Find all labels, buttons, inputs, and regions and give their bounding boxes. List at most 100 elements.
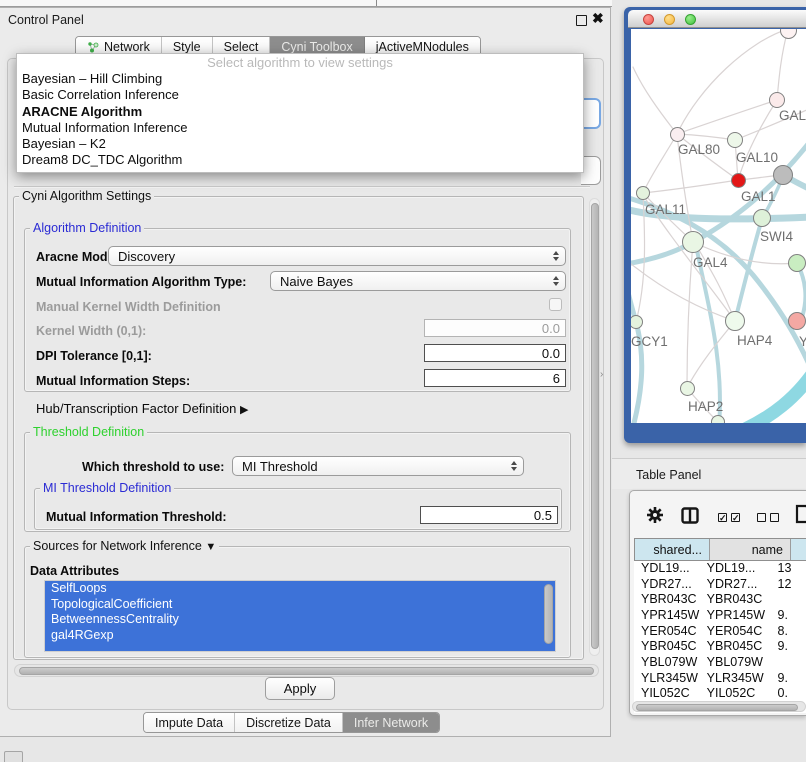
network-node[interactable] [711, 415, 725, 423]
table-panel-bar: Table Panel [612, 458, 806, 489]
select-all-icon2[interactable]: ✓ [731, 513, 740, 522]
table-row[interactable]: YER054CYER054C8. [634, 623, 806, 639]
algorithm-option-bayesian-hill-climbing[interactable]: Bayesian – Hill Climbing [17, 71, 583, 87]
attribute-item-topologicalcoefficient[interactable]: TopologicalCoefficient [45, 597, 555, 613]
splitter-grip[interactable]: › [600, 369, 603, 380]
which-threshold-combo[interactable]: MI Threshold [232, 456, 524, 476]
tab-label: Discretize Data [246, 716, 331, 730]
network-node-gal80[interactable] [670, 127, 685, 142]
collapse-arrow-icon[interactable]: ▼ [205, 541, 216, 553]
add-column-icon[interactable] [795, 504, 806, 529]
column-header-name[interactable]: name [710, 539, 791, 560]
table-cell: YBR043C [634, 592, 700, 606]
expand-arrow-icon[interactable]: ▶ [240, 404, 248, 416]
network-node[interactable] [773, 165, 793, 185]
network-node-swi4[interactable] [753, 209, 771, 227]
table-header: shared...name [634, 538, 806, 561]
data-attributes-label: Data Attributes [30, 564, 119, 578]
network-node-hap2[interactable] [680, 381, 695, 396]
node-label-swi4: SWI4 [760, 229, 793, 244]
hub-section-label[interactable]: Hub/Transcription Factor Definition ▶ [36, 401, 248, 416]
mi-steps-field[interactable]: 6 [424, 369, 566, 387]
bottom-tab-impute-data[interactable]: Impute Data [144, 713, 235, 732]
apply-button[interactable]: Apply [265, 677, 335, 700]
network-node-gal1[interactable] [731, 173, 746, 188]
network-node-gal10[interactable] [727, 132, 743, 148]
deselect-all-icon[interactable] [757, 513, 766, 522]
minimize-traffic-light[interactable] [664, 14, 675, 25]
table-row[interactable]: YDR27...YDR27...12 [634, 576, 806, 592]
attribute-item-gal4rgexp[interactable]: gal4RGexp [45, 628, 555, 644]
table-row[interactable]: YDL19...YDL19...13 [634, 560, 806, 576]
tab-label: Network [104, 40, 150, 54]
table-row[interactable]: YLR345WYLR345W9. [634, 670, 806, 686]
columns-icon[interactable] [681, 507, 699, 529]
network-node-gal[interactable] [769, 92, 785, 108]
table-cell: 9. [771, 639, 806, 653]
zoom-traffic-light[interactable] [685, 14, 696, 25]
combo-fragment [581, 156, 601, 185]
data-attributes-list[interactable]: SelfLoopsTopologicalCoefficientBetweenne… [44, 580, 556, 652]
table-cell: YIL052C [634, 686, 700, 700]
close-icon[interactable]: ✖ [592, 11, 604, 25]
mi-type-combo[interactable]: Naive Bayes [270, 271, 566, 291]
table-panel-title: Table Panel [636, 468, 701, 482]
network-node-y[interactable] [788, 312, 806, 330]
algorithm-option-aracne-algorithm[interactable]: ARACNE Algorithm [17, 104, 583, 120]
mi-threshold-field[interactable]: 0.5 [420, 506, 558, 524]
network-window-titlebar[interactable] [628, 10, 806, 28]
node-label-gal11: GAL11 [645, 202, 686, 217]
table-cell: YDL19... [634, 561, 700, 575]
aracne-mode-combo[interactable]: Discovery [108, 246, 566, 266]
table-horizontal-scrollbar[interactable] [632, 701, 806, 712]
node-label-hap4: HAP4 [737, 333, 772, 348]
network-node[interactable] [788, 254, 806, 272]
algorithm-option-mutual-information-inference[interactable]: Mutual Information Inference [17, 120, 583, 136]
list-scrollbar-thumb[interactable] [544, 584, 553, 644]
algorithm-option-basic-correlation-inference[interactable]: Basic Correlation Inference [17, 87, 583, 103]
gear-icon[interactable] [646, 506, 664, 529]
dpi-tolerance-field[interactable]: 0.0 [424, 344, 566, 362]
sources-title-text: Sources for Network Inference [33, 539, 202, 553]
tab-label: Impute Data [155, 716, 223, 730]
column-header-extra[interactable] [791, 539, 806, 560]
table-row[interactable]: YBR043CYBR043C [634, 591, 806, 607]
top-tick [376, 0, 377, 6]
table-row[interactable]: YIL052CYIL052C0. [634, 686, 806, 702]
bottom-tab-infer-network[interactable]: Infer Network [343, 713, 439, 732]
dpi-tolerance-label: DPI Tolerance [0,1]: [36, 349, 152, 363]
algorithm-option-bayesian-k2[interactable]: Bayesian – K2 [17, 136, 583, 152]
table-cell: YBL079W [700, 655, 771, 669]
float-window-icon[interactable] [576, 15, 587, 26]
attribute-item-selfloops[interactable]: SelfLoops [45, 581, 555, 597]
table-cell: YPR145W [700, 608, 771, 622]
settings-vertical-scrollbar[interactable] [589, 198, 600, 656]
kernel-width-field[interactable]: 0.0 [424, 319, 566, 337]
settings-horizontal-scrollbar[interactable] [14, 664, 599, 677]
table-row[interactable]: YBR045CYBR045C9. [634, 638, 806, 654]
attribute-item-partial[interactable] [45, 643, 555, 651]
network-node-gal11[interactable] [636, 186, 650, 200]
node-label-gal: GAL [779, 108, 806, 123]
apply-label: Apply [284, 681, 317, 696]
attribute-item-betweennesscentrality[interactable]: BetweennessCentrality [45, 612, 555, 628]
select-all-icon[interactable]: ✓ [718, 513, 727, 522]
tab-label: Cyni Toolbox [281, 40, 352, 54]
network-canvas[interactable]: GALGAL80GAL10GAL1GAL11SWI4GAL4GCY1HAP4YH… [631, 29, 806, 423]
table-cell: YBR045C [634, 639, 700, 653]
dpi-tolerance-value: 0.0 [542, 346, 560, 361]
divider [14, 186, 590, 187]
close-traffic-light[interactable] [643, 14, 654, 25]
column-header-shared-[interactable]: shared... [635, 539, 710, 560]
deselect-all-icon2[interactable] [770, 513, 779, 522]
bottom-tab-discretize-data[interactable]: Discretize Data [235, 713, 343, 732]
threshold-definition-title: Threshold Definition [30, 425, 147, 439]
manual-kernel-checkbox[interactable] [549, 298, 562, 311]
collapsed-panel-icon[interactable] [4, 751, 23, 762]
table-row[interactable]: YPR145WYPR145W9. [634, 607, 806, 623]
network-node-gal4[interactable] [682, 231, 704, 253]
network-node-hap4[interactable] [725, 311, 745, 331]
control-panel-title: Control Panel [8, 13, 84, 27]
algorithm-option-dream8-dc-tdc-algorithm[interactable]: Dream8 DC_TDC Algorithm [17, 152, 583, 168]
table-row[interactable]: YBL079WYBL079W [634, 654, 806, 670]
